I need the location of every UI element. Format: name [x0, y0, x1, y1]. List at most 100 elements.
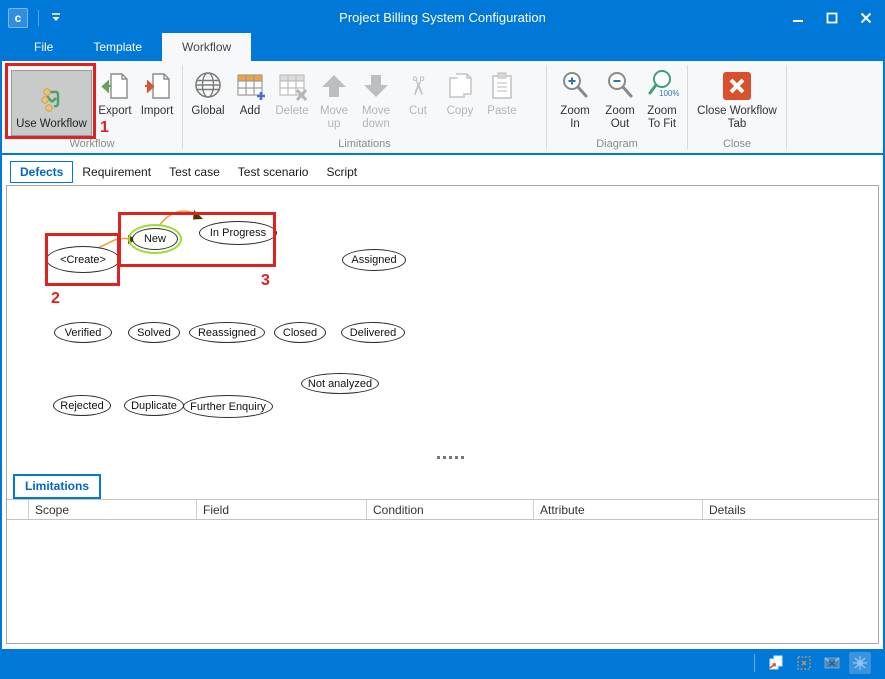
tab-test-case[interactable]: Test case [160, 162, 229, 182]
export-icon [99, 69, 131, 103]
import-button[interactable]: Import [136, 67, 178, 120]
maximize-button[interactable] [815, 2, 849, 33]
use-workflow-icon [37, 82, 67, 116]
app-icon[interactable]: c [8, 8, 28, 28]
ribbon-group-diagram: Zoom In Zoom Out [547, 61, 687, 153]
quick-access-dropdown-icon[interactable] [49, 12, 63, 24]
copy-pages-icon [768, 655, 784, 671]
limitations-tab-strip: Limitations [7, 472, 878, 499]
diagram-node[interactable]: Verified [54, 322, 112, 343]
diagram-node[interactable]: <Create> [46, 246, 120, 273]
grid-frame-status-button[interactable] [793, 652, 815, 674]
export-button[interactable]: Export [94, 67, 136, 120]
ribbon-group-workflow: Use Workflow Export [2, 61, 182, 153]
minimize-button[interactable] [781, 2, 815, 33]
diagram-node[interactable]: New [132, 228, 178, 250]
titlebar-separator [38, 10, 39, 26]
close-button[interactable] [849, 2, 883, 33]
status-bar-icons [754, 652, 883, 674]
diagram-node[interactable]: Duplicate [124, 395, 184, 416]
diagram-node[interactable]: Solved [128, 322, 180, 343]
maximize-icon [826, 12, 838, 24]
grid-frame-icon [796, 655, 812, 671]
diagram-node[interactable]: Assigned [342, 249, 406, 271]
diagram-node[interactable]: In Progress [199, 221, 277, 245]
tab-limitations[interactable]: Limitations [13, 474, 101, 499]
cut-scissors-icon: ✂ [401, 75, 435, 97]
column-header[interactable] [7, 500, 29, 519]
tab-workflow[interactable]: Workflow [162, 33, 251, 61]
ribbon-group-close: Close Workflow Tab Close [688, 61, 786, 153]
ribbon: Use Workflow Export [2, 61, 883, 153]
diagram-node[interactable]: Delivered [341, 322, 405, 343]
add-button[interactable]: Add [229, 67, 271, 120]
limitations-table-header: ScopeFieldConditionAttributeDetails [7, 499, 878, 520]
close-workflow-tab-button[interactable]: Close Workflow Tab [692, 67, 782, 133]
move-down-icon [360, 69, 392, 103]
arrowhead-new-to-in-progress [193, 210, 203, 220]
limitations-table-body[interactable] [7, 520, 878, 643]
copy-label: Copy [447, 105, 474, 118]
move-up-button: Move up [313, 67, 355, 133]
title-bar: c Project Billing System Configuration [2, 2, 883, 33]
zoom-in-label: Zoom In [554, 105, 596, 131]
status-bar [2, 649, 883, 677]
entity-tab-strip: Defects Requirement Test case Test scena… [2, 155, 883, 185]
status-bar-separator [754, 654, 755, 672]
column-header[interactable]: Field [197, 500, 367, 519]
cut-label: Cut [409, 105, 427, 118]
copy-pages-icon [444, 69, 476, 103]
tab-file[interactable]: File [14, 33, 73, 61]
zoom-in-button[interactable]: Zoom In [551, 67, 599, 133]
global-button[interactable]: Global [187, 67, 229, 120]
tab-test-scenario[interactable]: Test scenario [229, 162, 318, 182]
svg-text:100%: 100% [659, 89, 679, 98]
add-label: Add [240, 105, 260, 118]
global-label: Global [191, 105, 224, 118]
diagram-node[interactable]: Further Enquiry [183, 395, 273, 418]
mail-blocked-status-button[interactable] [821, 652, 843, 674]
tab-requirement[interactable]: Requirement [73, 162, 160, 182]
column-header[interactable]: Condition [367, 500, 534, 519]
copy-button: Copy [439, 67, 481, 120]
group-label-close: Close [688, 138, 786, 153]
zoom-to-fit-button[interactable]: 100% Zoom To Fit [641, 67, 683, 133]
import-icon [141, 69, 173, 103]
paste-clipboard-icon [486, 69, 518, 103]
diagram-node[interactable]: Not analyzed [301, 373, 379, 394]
tab-template[interactable]: Template [73, 33, 162, 61]
zoom-out-button[interactable]: Zoom Out [599, 67, 641, 133]
zoom-to-fit-label: Zoom To Fit [647, 105, 676, 131]
diagram-node[interactable]: Closed [274, 322, 326, 343]
column-header[interactable]: Details [703, 500, 878, 519]
zoom-to-fit-icon: 100% [645, 69, 679, 103]
ribbon-separator [786, 65, 787, 149]
mail-blocked-icon [824, 655, 840, 671]
add-table-icon [234, 69, 266, 103]
window-title: Project Billing System Configuration [2, 10, 883, 25]
import-label: Import [141, 105, 174, 118]
move-up-icon [318, 69, 350, 103]
group-label-workflow: Workflow [2, 138, 182, 153]
move-up-label: Move up [320, 105, 348, 131]
cut-button: ✂ Cut [397, 67, 439, 120]
minimize-icon [792, 12, 804, 24]
arrow-new-to-in-progress [159, 211, 198, 226]
diagram-node[interactable]: Reassigned [189, 322, 265, 343]
workflow-diagram-canvas[interactable]: <Create> New In Progress Assigned Verified So… [7, 186, 878, 472]
splitter-handle[interactable] [437, 456, 464, 459]
tab-defects[interactable]: Defects [10, 161, 73, 183]
group-label-diagram: Diagram [547, 138, 687, 153]
move-down-button: Move down [355, 67, 397, 133]
snowflake-status-button[interactable] [849, 652, 871, 674]
column-header[interactable]: Attribute [534, 500, 703, 519]
column-header[interactable]: Scope [29, 500, 197, 519]
use-workflow-button[interactable]: Use Workflow [11, 70, 92, 136]
globe-icon [192, 69, 224, 103]
diagram-node[interactable]: Rejected [53, 395, 111, 416]
zoom-out-icon [604, 69, 636, 103]
tab-script[interactable]: Script [317, 162, 366, 182]
copy-pages-status-button[interactable] [765, 652, 787, 674]
ribbon-group-limitations: Global Add [183, 61, 546, 153]
app-window: c Project Billing System Configuration F… [0, 0, 885, 679]
